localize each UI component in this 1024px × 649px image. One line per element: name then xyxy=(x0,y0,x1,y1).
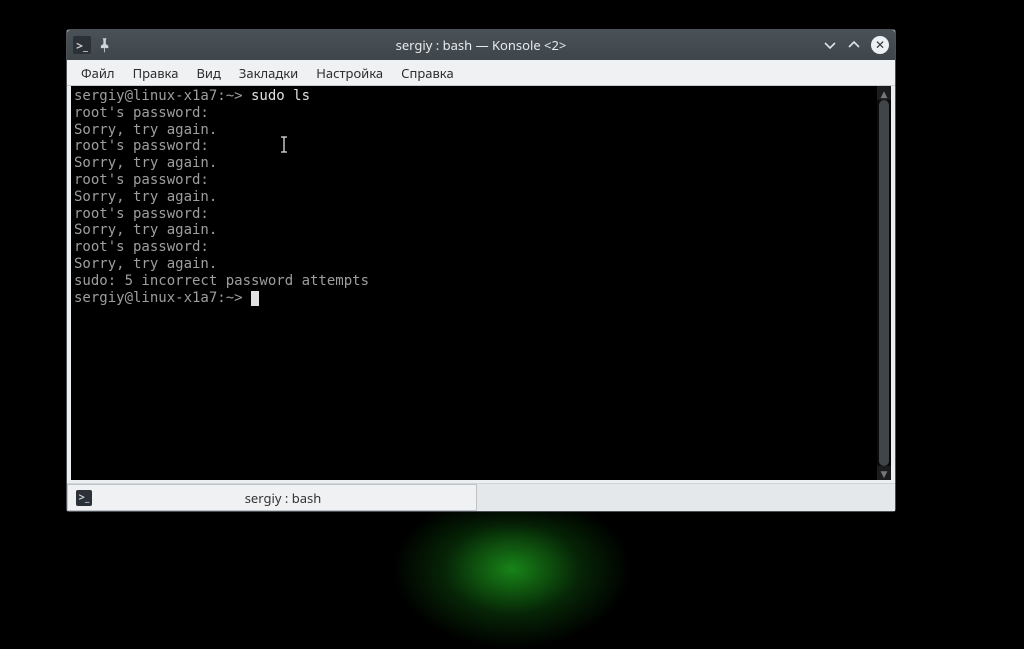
tab-app-icon: >_ xyxy=(76,490,92,506)
pin-icon[interactable] xyxy=(95,34,118,57)
terminal-area: sergiy@linux-x1a7:~> sudo ls root's pass… xyxy=(71,86,891,480)
konsole-window: >_ sergiy : bash — Konsole <2> ✕ Файл Пр… xyxy=(66,29,896,512)
window-title: sergiy : bash — Konsole <2> xyxy=(67,36,895,54)
tab-session[interactable]: >_ sergiy : bash xyxy=(67,484,477,511)
maximize-button[interactable] xyxy=(847,38,861,52)
menu-help[interactable]: Справка xyxy=(393,62,462,84)
desktop-glow xyxy=(392,489,632,649)
titlebar[interactable]: >_ sergiy : bash — Konsole <2> ✕ xyxy=(67,30,895,60)
minimize-button[interactable] xyxy=(823,38,837,52)
menu-view[interactable]: Вид xyxy=(188,62,228,84)
scroll-up-button[interactable]: ▲ xyxy=(877,86,891,100)
app-icon: >_ xyxy=(73,36,91,54)
tab-label: sergiy : bash xyxy=(102,489,464,507)
scroll-thumb[interactable] xyxy=(879,100,889,466)
menu-edit[interactable]: Правка xyxy=(125,62,187,84)
menu-settings[interactable]: Настройка xyxy=(308,62,391,84)
terminal-container: sergiy@linux-x1a7:~> sudo ls root's pass… xyxy=(67,86,895,483)
terminal[interactable]: sergiy@linux-x1a7:~> sudo ls root's pass… xyxy=(71,86,877,480)
scroll-down-button[interactable]: ▼ xyxy=(877,466,891,480)
scrollbar[interactable]: ▲ ▼ xyxy=(877,86,891,480)
scroll-track[interactable] xyxy=(877,100,891,466)
titlebar-left: >_ xyxy=(73,36,113,54)
titlebar-controls: ✕ xyxy=(823,36,889,54)
tabbar: >_ sergiy : bash xyxy=(67,483,895,511)
menu-file[interactable]: Файл xyxy=(73,62,123,84)
close-button[interactable]: ✕ xyxy=(871,36,889,54)
menu-bookmarks[interactable]: Закладки xyxy=(231,62,306,84)
menubar: Файл Правка Вид Закладки Настройка Справ… xyxy=(67,60,895,86)
